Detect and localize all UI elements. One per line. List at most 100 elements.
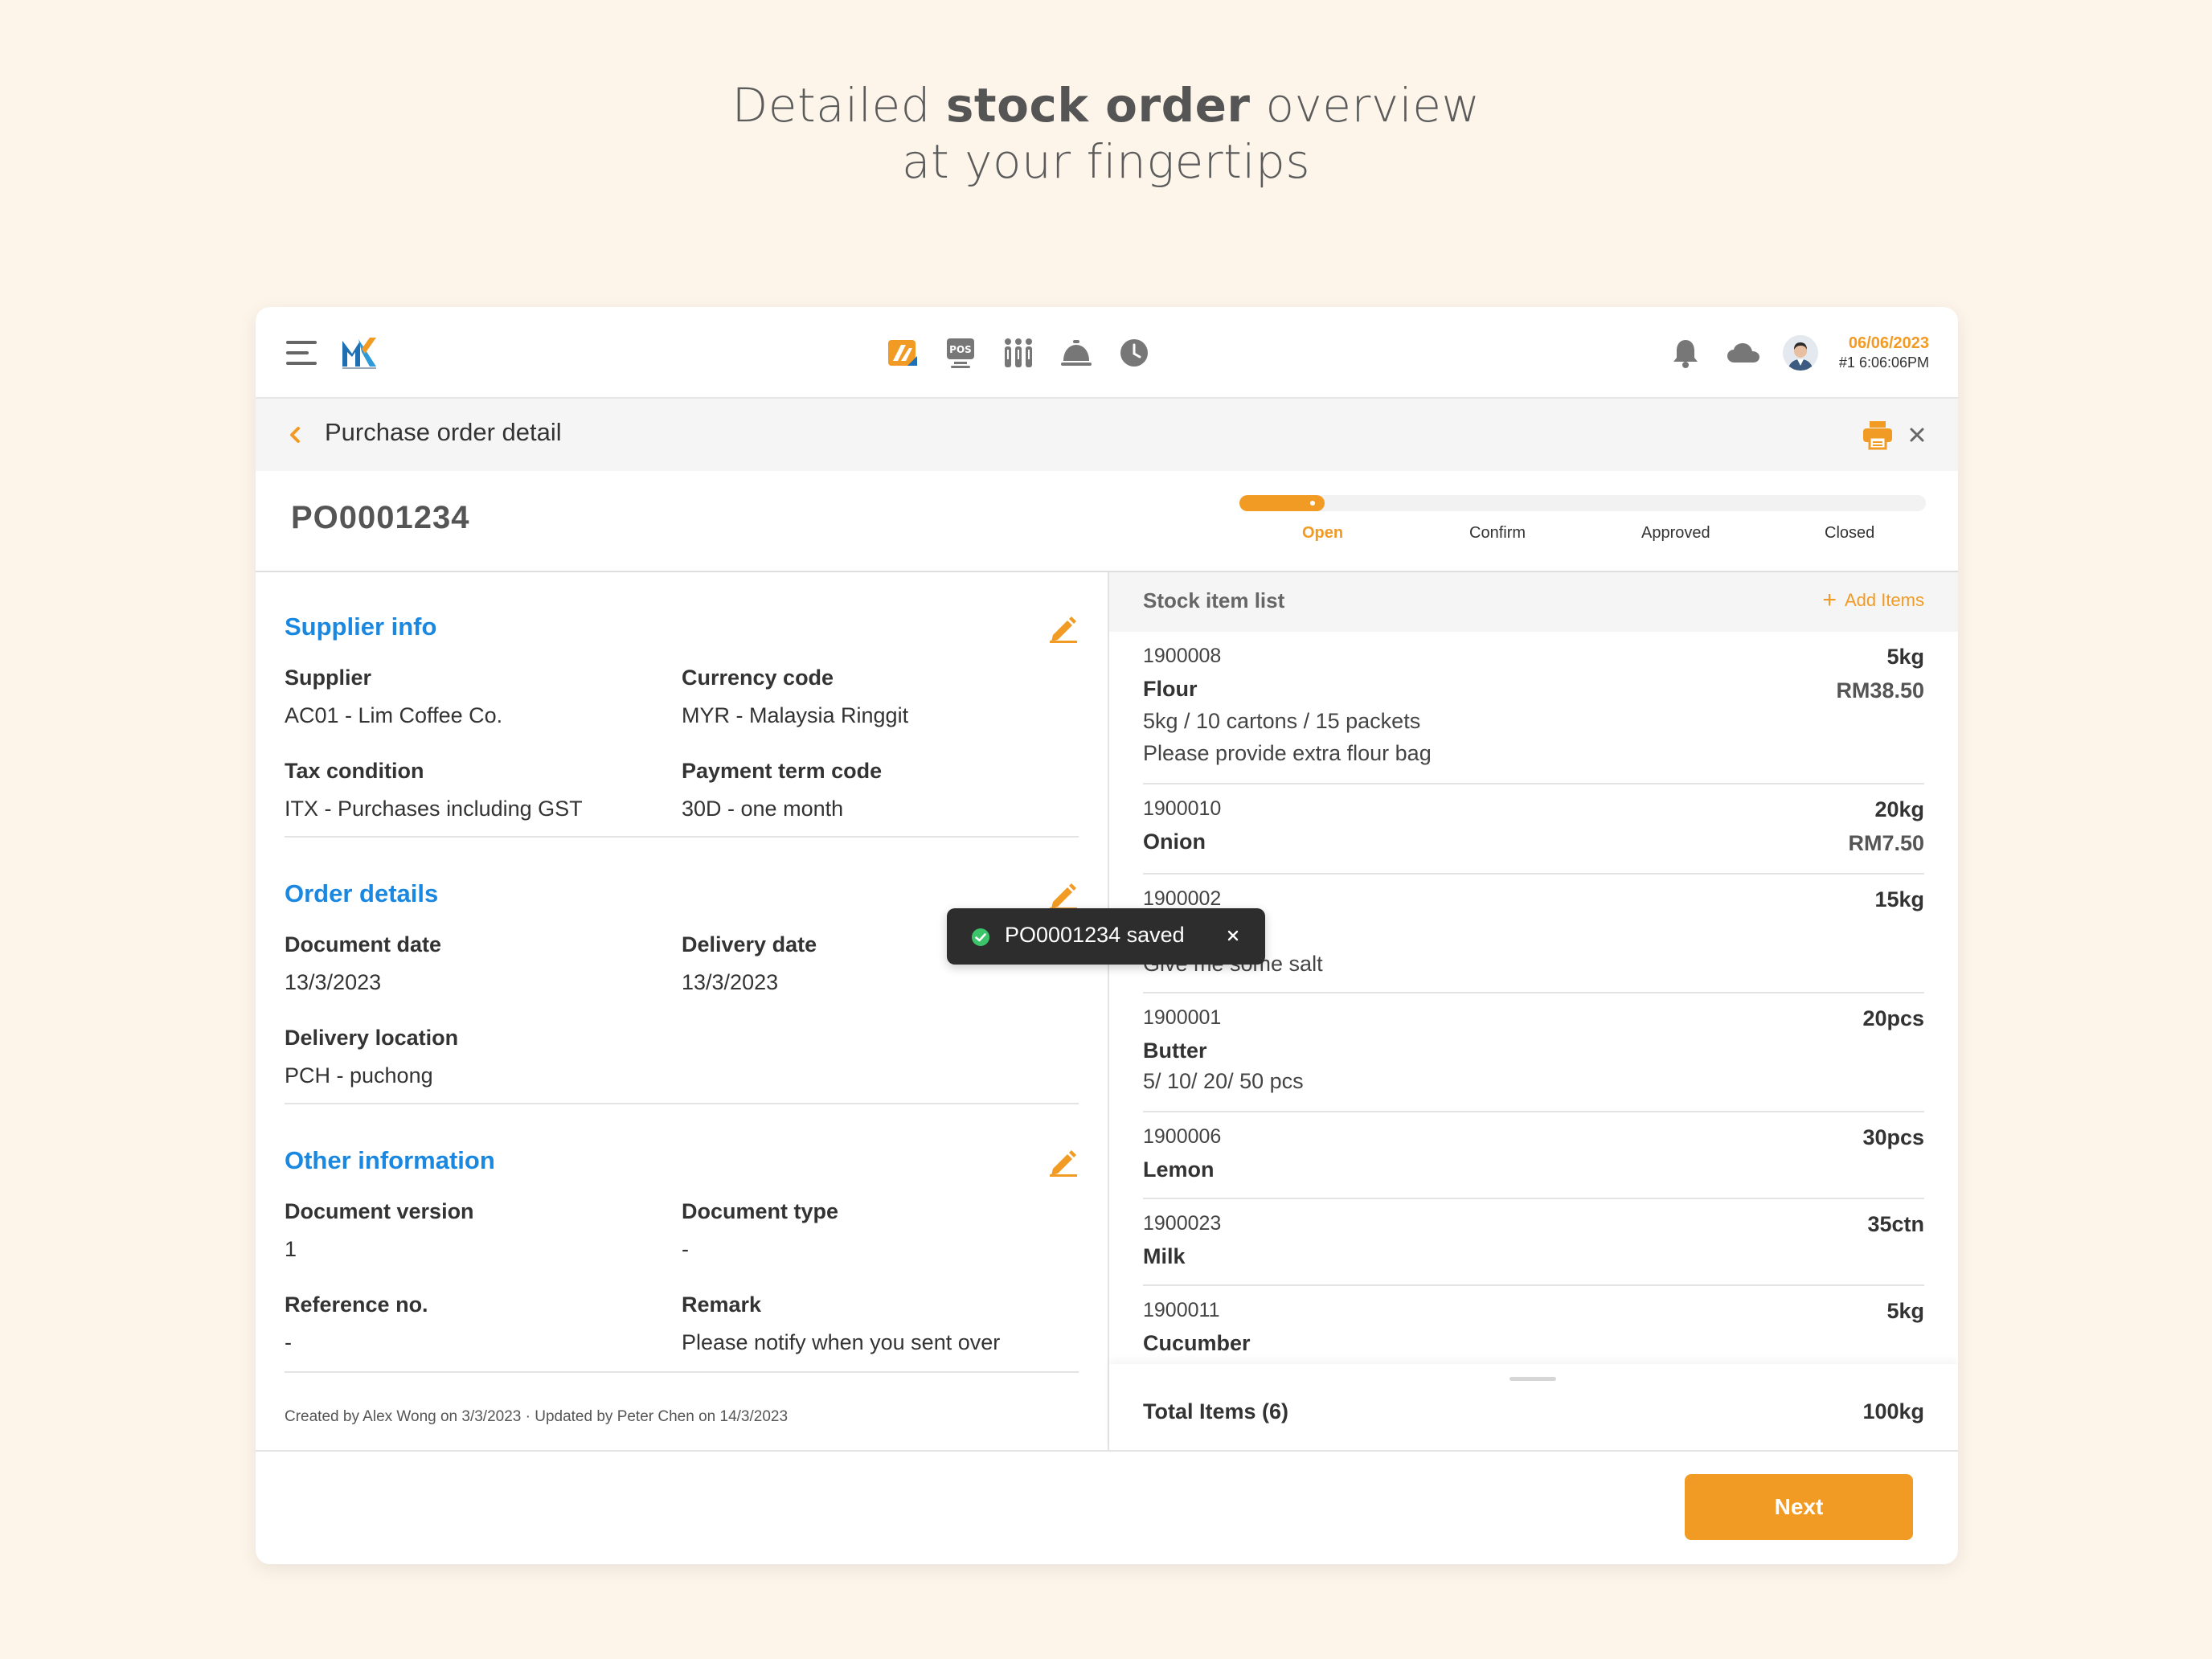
document-date-value: 13/3/2023 — [285, 970, 382, 994]
currency-value: MYR - Malaysia Ringgit — [682, 703, 909, 727]
edit-order-details-icon[interactable] — [1048, 879, 1079, 910]
total-items-label: Total Items (6) — [1143, 1399, 1289, 1423]
document-date-label: Document date — [285, 932, 442, 956]
step-approved: Approved — [1641, 524, 1710, 542]
topbar-right: 06/06/2023 #1 6:06:06PM — [1667, 331, 1929, 375]
item-code: 1900011 — [1143, 1299, 1220, 1321]
delivery-date-label: Delivery date — [682, 932, 817, 956]
headline-line-2: at your fingertips — [901, 134, 1311, 189]
user-avatar[interactable] — [1782, 335, 1818, 371]
next-button[interactable]: Next — [1685, 1474, 1913, 1540]
status-progress-fill — [1239, 495, 1325, 511]
section-divider — [285, 1103, 1079, 1104]
print-icon[interactable] — [1862, 420, 1894, 450]
delivery-date-value: 13/3/2023 — [682, 970, 779, 994]
document-version-value: 1 — [285, 1237, 297, 1261]
edit-supplier-icon[interactable] — [1048, 612, 1079, 643]
close-icon[interactable] — [1905, 423, 1929, 447]
page-title: Purchase order detail — [325, 418, 562, 446]
payment-term-value: 30D - one month — [682, 797, 844, 821]
item-qty: 5kg — [1886, 1299, 1924, 1323]
document-date-field: Document date 13/3/2023 — [285, 932, 441, 995]
check-circle-icon — [972, 928, 989, 946]
stock-list-panel: Stock item list + Add Items 1900008 Flou… — [1108, 572, 1958, 1450]
list-item[interactable]: 1900008 Flour 5kg / 10 cartons / 15 pack… — [1143, 632, 1924, 784]
toast-close-icon[interactable] — [1225, 928, 1241, 944]
detail-panel: Supplier info Supplier AC01 - Lim Coffee… — [256, 572, 1108, 1450]
step-confirm: Confirm — [1469, 524, 1526, 542]
section-divider — [285, 1371, 1079, 1373]
supplier-label: Supplier — [285, 666, 372, 690]
supplier-info-section: Supplier info — [285, 612, 1079, 643]
reference-field: Reference no. - — [285, 1292, 428, 1355]
total-bar: Total Items (6) 100kg — [1109, 1364, 1958, 1450]
other-info-title: Other information — [285, 1146, 495, 1174]
payment-term-field: Payment term code 30D - one month — [682, 759, 882, 821]
delivery-location-value: PCH - puchong — [285, 1063, 433, 1088]
service-bell-icon[interactable] — [1058, 331, 1095, 375]
item-name: Flour — [1143, 677, 1198, 701]
step-closed: Closed — [1825, 524, 1875, 542]
stock-list-title: Stock item list — [1143, 588, 1285, 612]
po-number: PO0001234 — [291, 500, 470, 535]
item-qty: 20kg — [1874, 797, 1924, 821]
list-item[interactable]: 1900011 Cucumber 5kg — [1143, 1286, 1924, 1373]
item-price: RM38.50 — [1836, 678, 1924, 703]
tax-value: ITX - Purchases including GST — [285, 797, 583, 821]
item-name: Lemon — [1143, 1157, 1215, 1182]
currency-field: Currency code MYR - Malaysia Ringgit — [682, 666, 908, 728]
stock-list-header: Stock item list + Add Items — [1109, 572, 1958, 632]
current-time: #1 6:06:06PM — [1838, 354, 1929, 371]
menu-icon[interactable] — [286, 341, 317, 365]
toast-message: PO0001234 saved — [1005, 923, 1185, 947]
item-code: 1900001 — [1143, 1006, 1222, 1029]
currency-label: Currency code — [682, 666, 834, 690]
list-item[interactable]: 1900010 Onion 20kg RM7.50 — [1143, 784, 1924, 875]
item-detail: 5/ 10/ 20/ 50 pcs — [1143, 1069, 1304, 1093]
remark-field: Remark Please notify when you sent over — [682, 1292, 1000, 1355]
current-date: 06/06/2023 — [1848, 334, 1929, 352]
pos-icon[interactable]: POS — [942, 331, 979, 375]
add-items-label: Add Items — [1844, 590, 1924, 610]
po-bar: PO0001234 Open Confirm Approved Closed — [256, 471, 1958, 572]
delivery-location-label: Delivery location — [285, 1026, 459, 1050]
top-bar: POS 06/06/2023 #1 6:06:06PM — [256, 307, 1958, 399]
app-logo — [342, 338, 376, 369]
edit-other-info-icon[interactable] — [1048, 1146, 1079, 1177]
saved-toast: PO0001234 saved — [947, 908, 1265, 965]
document-version-label: Document version — [285, 1199, 474, 1223]
order-details-section: Order details — [285, 879, 1079, 910]
audit-footnote: Created by Alex Wong on 3/3/2023 · Updat… — [285, 1408, 789, 1425]
headline-pre: Detailed — [731, 78, 946, 133]
drag-handle[interactable] — [1509, 1377, 1556, 1381]
supplier-value: AC01 - Lim Coffee Co. — [285, 703, 503, 727]
back-chevron-icon[interactable] — [285, 421, 304, 449]
item-note: Please provide extra flour bag — [1143, 741, 1432, 765]
svg-text:POS: POS — [949, 344, 972, 355]
item-code: 1900002 — [1143, 887, 1222, 910]
document-type-value: - — [682, 1237, 689, 1261]
list-item[interactable]: 1900023 Milk 35ctn — [1143, 1199, 1924, 1286]
brand-app-icon[interactable] — [884, 331, 921, 375]
clock-icon[interactable] — [1116, 331, 1153, 375]
section-divider — [285, 836, 1079, 838]
reference-label: Reference no. — [285, 1292, 428, 1317]
item-code: 1900008 — [1143, 645, 1222, 667]
headline-post: overview — [1250, 78, 1481, 133]
other-info-section: Other information — [285, 1146, 1079, 1177]
notification-bell-icon[interactable] — [1667, 334, 1704, 371]
nav-icons: POS — [884, 331, 1153, 375]
cloud-icon[interactable] — [1725, 334, 1762, 371]
list-item[interactable]: 1900006 Lemon 30pcs — [1143, 1112, 1924, 1199]
item-name: Cucumber — [1143, 1331, 1251, 1355]
reference-value: - — [285, 1330, 292, 1354]
item-code: 1900023 — [1143, 1212, 1222, 1235]
delivery-location-field: Delivery location PCH - puchong — [285, 1026, 458, 1088]
add-items-button[interactable]: + Add Items — [1822, 588, 1924, 612]
item-qty: 5kg — [1886, 645, 1924, 669]
document-type-label: Document type — [682, 1199, 839, 1223]
staff-icon[interactable] — [1000, 331, 1037, 375]
headline-bold: stock order — [945, 78, 1251, 133]
item-code: 1900010 — [1143, 797, 1222, 820]
list-item[interactable]: 1900001 Butter 5/ 10/ 20/ 50 pcs 20pcs — [1143, 993, 1924, 1112]
